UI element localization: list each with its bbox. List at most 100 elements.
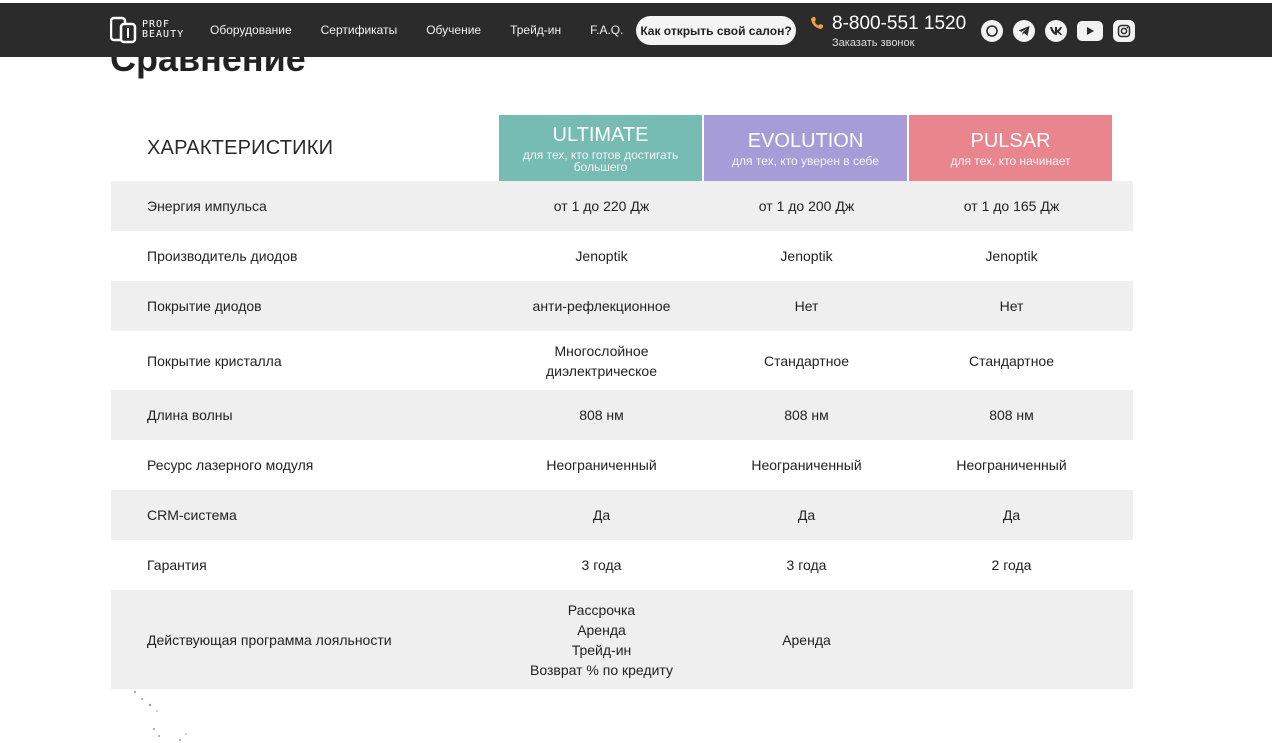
row-value-line: 808 нм	[579, 407, 624, 423]
nav-item-faq[interactable]: F.A.Q.	[590, 23, 623, 37]
row-value-line: от 1 до 165 Дж	[963, 198, 1060, 214]
row-value: Неограниченный	[499, 455, 704, 475]
table-row: Ресурс лазерного модуля Неограниченный Нео…	[111, 440, 1133, 490]
characteristics-heading: ХАРАКТЕРИСТИКИ	[147, 136, 334, 159]
table-row: Длина волны 808 нм 808 нм 808 нм	[111, 390, 1133, 440]
decorative-dots	[130, 688, 190, 743]
row-label: Длина волны	[147, 407, 233, 423]
row-value-line: Трейд-ин	[571, 641, 632, 658]
row-label: Действующая программа лояльности	[147, 631, 392, 648]
row-value-line: анти-рефлекционное	[532, 298, 671, 314]
row-value: Стандартное	[704, 351, 909, 371]
row-label: Энергия импульса	[147, 198, 267, 214]
plan-name: PULSAR	[970, 129, 1051, 152]
row-value-line: Jenoptik	[575, 248, 628, 264]
row-value-line: Стандартное	[968, 352, 1055, 369]
plan-name: EVOLUTION	[747, 129, 864, 152]
instagram-icon[interactable]	[1113, 20, 1135, 42]
row-value-line: Рассрочка	[567, 601, 636, 618]
telegram-icon[interactable]	[1013, 20, 1035, 42]
row-value: Jenoptik	[499, 246, 704, 266]
comparison-table: ХАРАКТЕРИСТИКИ ULTIMATE для тех, кто гот…	[111, 115, 1133, 689]
open-salon-button[interactable]: Как открыть свой салон?	[636, 16, 796, 45]
row-value: Неограниченный	[704, 455, 909, 475]
row-label: Гарантия	[147, 557, 207, 573]
row-value-line: 3 года	[581, 557, 622, 573]
row-label: Покрытие кристалла	[147, 352, 282, 369]
nav-item-training[interactable]: Обучение	[426, 23, 481, 37]
row-value-line: Неограниченный	[546, 457, 657, 473]
row-value-line: 3 года	[786, 557, 827, 573]
row-value-line: Jenoptik	[780, 248, 833, 264]
logo-text-beauty: BEAUTY	[142, 29, 185, 40]
row-value-line: Нет	[999, 298, 1024, 314]
row-value: от 1 до 200 Дж	[704, 196, 909, 216]
plan-subtitle: для тех, кто начинает	[950, 153, 1071, 168]
row-value: от 1 до 220 Дж	[499, 196, 704, 216]
plan-name: ULTIMATE	[552, 123, 649, 146]
table-row: CRM-система Да Да Да	[111, 490, 1133, 540]
row-value-line: 808 нм	[784, 407, 829, 423]
row-value-line: Многослойное	[554, 342, 649, 359]
row-value: анти-рефлекционное	[499, 296, 704, 316]
whatsapp-icon[interactable]	[981, 20, 1003, 42]
nav-item-trade-in[interactable]: Трейд-ин	[510, 23, 561, 37]
row-value: 3 года	[499, 555, 704, 575]
row-label: Ресурс лазерного модуля	[147, 457, 314, 473]
comparison-rows: Энергия импульса от 1 до 220 Дж от 1 до 20…	[111, 181, 1133, 689]
row-value: Стандартное	[909, 351, 1114, 371]
row-label: Покрытие диодов	[147, 298, 262, 314]
comparison-header-row: ХАРАКТЕРИСТИКИ ULTIMATE для тех, кто гот…	[111, 115, 1133, 181]
row-value-line: диэлектрическое	[545, 362, 657, 379]
row-value-line: Нет	[794, 298, 819, 314]
logo-text: PROF BEAUTY	[142, 20, 184, 40]
plan-subtitle: для тех, кто готов достигать большего	[522, 147, 679, 174]
row-value: 808 нм	[704, 405, 909, 425]
row-value: Неограниченный	[909, 455, 1114, 475]
phone-icon	[810, 16, 824, 30]
row-value: Да	[704, 505, 909, 525]
row-value: Нет	[704, 296, 909, 316]
row-label: Производитель диодов	[147, 248, 298, 264]
table-row: Покрытие кристалла Многослойное диэлектрич…	[111, 331, 1133, 390]
row-value-line: от 1 до 220 Дж	[553, 198, 650, 214]
youtube-icon[interactable]	[1077, 21, 1103, 41]
row-value: от 1 до 165 Дж	[909, 196, 1114, 216]
request-call-link[interactable]: Заказать звонок	[832, 37, 914, 49]
row-value: 3 года	[704, 555, 909, 575]
plan-evolution[interactable]: EVOLUTION для тех, кто уверен в себе	[704, 115, 907, 181]
row-label: CRM-система	[147, 507, 237, 523]
social-links	[981, 20, 1145, 42]
plan-subtitle: для тех, кто уверен в себе	[732, 153, 879, 168]
vk-icon[interactable]	[1045, 20, 1067, 42]
plan-pulsar[interactable]: PULSAR для тех, кто начинает	[909, 115, 1112, 181]
table-row: Гарантия 3 года 3 года 2 года	[111, 540, 1133, 590]
row-value-line: 2 года	[991, 557, 1032, 573]
row-value: 808 нм	[909, 405, 1114, 425]
row-value-line: Jenoptik	[985, 248, 1038, 264]
row-value-line: от 1 до 200 Дж	[758, 198, 855, 214]
row-value-line: 808 нм	[989, 407, 1034, 423]
row-value-line: Да	[797, 507, 816, 523]
table-row: Энергия импульса от 1 до 220 Дж от 1 до 20…	[111, 181, 1133, 231]
row-value-line: Возврат % по кредиту	[530, 661, 673, 678]
row-value-line: Стандартное	[763, 352, 850, 369]
row-value: 808 нм	[499, 405, 704, 425]
plan-ultimate[interactable]: ULTIMATE для тех, кто готов достигать бо…	[499, 115, 702, 181]
logo[interactable]: PROF BEAUTY	[109, 14, 190, 46]
row-value-line: Да	[592, 507, 611, 523]
row-value: Рассрочка Аренда Трейд-ин Возврат % по кред…	[499, 600, 704, 680]
row-value: Jenoptik	[909, 246, 1114, 266]
row-value: Многослойное диэлектрическое	[499, 341, 704, 381]
nav-item-certificates[interactable]: Сертификаты	[321, 23, 398, 37]
nav-item-equipment[interactable]: Оборудование	[210, 23, 292, 37]
row-value-line: Аренда	[577, 621, 626, 638]
table-row: Производитель диодов Jenoptik Jenoptik Jeno…	[111, 231, 1133, 281]
row-value: Да	[909, 505, 1114, 525]
row-value: Аренда	[704, 630, 909, 650]
main-nav: Оборудование Сертификаты Обучение Трейд-…	[210, 3, 652, 57]
logo-mark-icon	[109, 16, 138, 44]
phone-number[interactable]: 8-800-551 1520	[832, 13, 966, 35]
navbar: PROF BEAUTY Оборудование Сертификаты Обу…	[0, 3, 1272, 57]
row-value-line: Аренда	[782, 631, 831, 648]
